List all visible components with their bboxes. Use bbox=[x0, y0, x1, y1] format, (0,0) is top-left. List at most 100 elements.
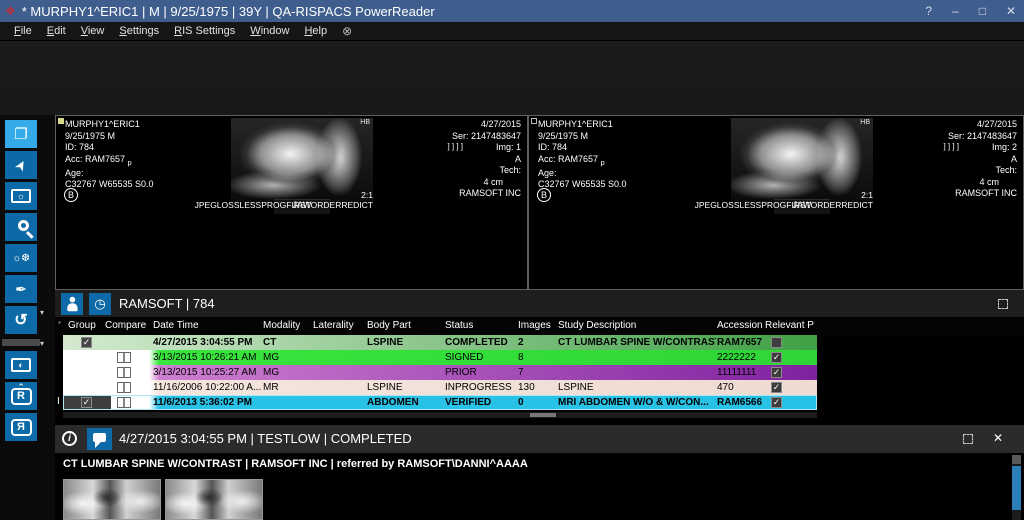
report-header: i 4/27/2015 3:04:55 PM | TESTLOW | COMPL… bbox=[55, 425, 1024, 453]
compare-checkbox[interactable] bbox=[117, 367, 131, 378]
menu-item-help[interactable]: Help bbox=[304, 25, 327, 37]
column-header-group[interactable]: Group bbox=[68, 320, 96, 331]
image-viewport-1[interactable]: HB MURPHY1^ERIC19/25/1975 MID: 784Acc: R… bbox=[55, 115, 528, 290]
wl-presets-button[interactable]: ☼❆ bbox=[5, 244, 37, 272]
window-level-dropdown[interactable]: ▾ bbox=[40, 308, 44, 317]
cursor-icon: ➤ bbox=[11, 156, 32, 175]
study-list-panel: ◷ RAMSOFT | 784 * GroupCompareDate TimeM… bbox=[55, 290, 1024, 425]
report-panel: i 4/27/2015 3:04:55 PM | TESTLOW | COMPL… bbox=[55, 425, 1024, 520]
menu-item-ris-settings[interactable]: RIS Settings bbox=[174, 25, 235, 37]
relevant-checkbox[interactable]: ✓ bbox=[771, 397, 782, 408]
scrollbar-thumb[interactable] bbox=[1012, 466, 1021, 510]
stack-scroll-button[interactable]: ❐ bbox=[5, 120, 37, 148]
table-row[interactable]: 11/16/2006 10:22:00 A...MRLSPINEINPROGRE… bbox=[63, 380, 817, 395]
rotate-reset-icon: ↺ bbox=[14, 310, 27, 330]
scrollbar-thumb[interactable] bbox=[530, 413, 556, 417]
cell-date-time: 11/16/2006 10:22:00 A... bbox=[153, 380, 263, 395]
image-viewport-2[interactable]: HB MURPHY1^ERIC19/25/1975 MID: 784Acc: R… bbox=[528, 115, 1024, 290]
menu-item-window[interactable]: Window bbox=[250, 25, 289, 37]
menu-items: File Edit View Settings RIS Settings Window He… bbox=[14, 25, 327, 37]
report-vertical-scrollbar[interactable] bbox=[1012, 455, 1021, 520]
menu-item-file[interactable]: File bbox=[14, 25, 32, 37]
zoom-tool-button[interactable] bbox=[5, 213, 37, 241]
magnifier-icon bbox=[18, 220, 29, 231]
popout-icon[interactable] bbox=[963, 434, 973, 444]
study-overlay: 4/27/2015Ser: 2147483647Img: 1ATech:4 cm… bbox=[452, 119, 521, 200]
column-header-modality[interactable]: Modality bbox=[263, 320, 300, 331]
cell-images: 2 bbox=[518, 335, 554, 350]
column-header-images[interactable]: Images bbox=[518, 320, 551, 331]
cell-images: 0 bbox=[518, 395, 554, 410]
menu-item-view[interactable]: View bbox=[81, 25, 105, 37]
cell-modality: MG bbox=[263, 365, 311, 380]
image-orientation-marker: HB bbox=[860, 119, 870, 126]
relevant-checkbox[interactable]: ✓ bbox=[771, 352, 782, 363]
group-checkbox[interactable]: ✓ bbox=[81, 397, 92, 408]
notes-button[interactable] bbox=[87, 428, 112, 450]
mirrored-r-icon: Я bbox=[11, 419, 32, 436]
layers-icon: ❐ bbox=[14, 125, 27, 143]
scale-ruler: ] ] ] ] bbox=[943, 143, 959, 151]
menu-item-settings[interactable]: Settings bbox=[119, 25, 159, 37]
table-row[interactable]: ✓4/27/2015 3:04:55 PMCTLSPINECOMPLETED2C… bbox=[63, 335, 817, 350]
column-header-accession[interactable]: Accession bbox=[717, 320, 763, 331]
stopwatch-icon: ◷ bbox=[94, 296, 105, 312]
compare-checkbox[interactable] bbox=[117, 397, 131, 408]
table-row[interactable]: 3/13/2015 10:25:27 AMMGPRIOR711111111✓ bbox=[63, 365, 817, 380]
column-header-laterality[interactable]: Laterality bbox=[313, 320, 354, 331]
cell-status: INPROGRESS bbox=[445, 380, 517, 395]
help-button[interactable]: ? bbox=[925, 4, 932, 18]
cell-description: MRI ABDOMEN W/O & W/CON... bbox=[558, 395, 716, 410]
powerreader-window: ❖ * MURPHY1^ERIC1 | M | 9/25/1975 | 39Y … bbox=[0, 0, 1024, 520]
relevant-checkbox[interactable]: ✓ bbox=[771, 382, 782, 393]
study-list-title: RAMSOFT | 784 bbox=[119, 296, 215, 311]
cell-images: 8 bbox=[518, 350, 554, 365]
title-bar: ❖ * MURPHY1^ERIC1 | M | 9/25/1975 | 39Y … bbox=[0, 0, 1024, 22]
column-header-date-time[interactable]: Date Time bbox=[153, 320, 199, 331]
compare-checkbox[interactable] bbox=[117, 382, 131, 393]
column-header-study-description[interactable]: Study Description bbox=[558, 320, 636, 331]
cell-modality: CT bbox=[263, 335, 311, 350]
cell-images: 7 bbox=[518, 365, 554, 380]
timeline-button[interactable]: ◷ bbox=[89, 293, 111, 315]
invert-icon: ◐ bbox=[11, 358, 31, 372]
relevant-checkbox[interactable] bbox=[771, 337, 782, 348]
mirror-button[interactable]: Я bbox=[5, 413, 37, 441]
viewport-marker bbox=[531, 118, 537, 124]
table-row[interactable]: 3/13/2015 10:26:21 AMMGSIGNED82222222✓ bbox=[63, 350, 817, 365]
cell-modality: MG bbox=[263, 350, 311, 365]
close-patient-icon[interactable]: ⊗ bbox=[342, 24, 352, 38]
info-icon[interactable]: i bbox=[62, 431, 77, 446]
relevant-checkbox[interactable]: ✓ bbox=[771, 367, 782, 378]
reset-image-button[interactable]: ↺ bbox=[5, 306, 37, 334]
minimize-button[interactable]: – bbox=[952, 4, 959, 18]
close-panel-icon[interactable]: ✕ bbox=[993, 431, 1003, 445]
person-icon bbox=[69, 297, 75, 311]
column-header-status[interactable]: Status bbox=[445, 320, 473, 331]
maximize-button[interactable]: □ bbox=[979, 4, 986, 18]
menu-item-edit[interactable]: Edit bbox=[47, 25, 66, 37]
table-horizontal-scrollbar[interactable] bbox=[63, 412, 817, 418]
column-header-relevant-p[interactable]: Relevant P bbox=[765, 320, 814, 331]
cell-body-part: LSPINE bbox=[367, 335, 443, 350]
close-button[interactable]: ✕ bbox=[1006, 4, 1016, 18]
study-thumbnail[interactable] bbox=[63, 479, 161, 520]
zoom-dropdown[interactable]: ▾ bbox=[40, 339, 44, 348]
group-checkbox[interactable]: ✓ bbox=[81, 337, 92, 348]
cell-modality: MR bbox=[263, 380, 311, 395]
study-thumbnail[interactable] bbox=[165, 479, 263, 520]
popout-icon[interactable] bbox=[998, 299, 1008, 309]
column-header-compare[interactable]: Compare bbox=[105, 320, 146, 331]
patient-studies-button[interactable] bbox=[61, 293, 83, 315]
cell-date-time: 11/6/2013 5:36:02 PM bbox=[153, 395, 263, 410]
window-level-button[interactable]: ☼ bbox=[5, 182, 37, 210]
invert-button[interactable]: ◐ bbox=[5, 351, 37, 379]
rotate-flip-button[interactable]: ˆR bbox=[5, 382, 37, 410]
table-row[interactable]: ✓11/6/2013 5:36:02 PMABDOMENVERIFIED0MRI… bbox=[63, 395, 817, 410]
text-cursor: I bbox=[57, 396, 60, 407]
scroll-up-arrow[interactable] bbox=[1012, 455, 1021, 464]
pointer-tool-button[interactable]: ➤ bbox=[5, 151, 37, 179]
column-header-body-part[interactable]: Body Part bbox=[367, 320, 411, 331]
compare-checkbox[interactable] bbox=[117, 352, 131, 363]
probe-tool-button[interactable]: ✒ bbox=[5, 275, 37, 303]
